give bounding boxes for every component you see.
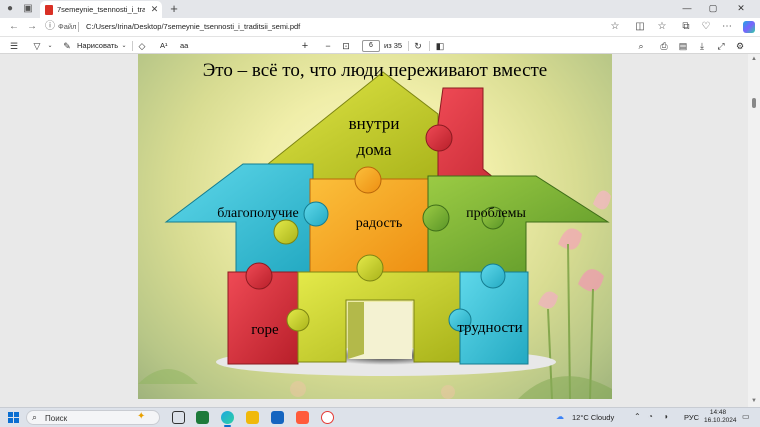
language-indicator[interactable]: РУС [684, 413, 699, 422]
fit-page-icon[interactable]: ⊡ [341, 40, 351, 52]
taskbar: ⌕ Поиск ✦ ☁ 12°C Cloudy ⌃ ◔ ◗ РУС 14:48 … [0, 407, 760, 427]
fullscreen-icon[interactable]: ⤢ [716, 40, 726, 52]
clock[interactable]: 14:48 16.10.2024 [704, 409, 737, 425]
widgets-app-icon[interactable] [196, 411, 209, 424]
draw-label[interactable]: Нарисовать [77, 41, 118, 50]
label-joy: радость [355, 216, 403, 231]
chevron-down-icon[interactable]: ⌄ [46, 40, 54, 52]
toolbar-divider [429, 41, 430, 51]
draw-icon[interactable]: ✎ [62, 40, 72, 52]
zoom-out-button[interactable]: − [323, 40, 333, 52]
file-explorer-icon[interactable] [246, 411, 259, 424]
edge-app-icon[interactable] [221, 411, 234, 424]
page-view-icon[interactable]: ◧ [435, 40, 445, 52]
weather-cloud-icon[interactable]: ☁ [556, 412, 564, 421]
settings-gear-icon[interactable]: ⚙ [735, 40, 745, 52]
pdf-toolbar: ☰ ▽ ⌄ ✎ Нарисовать ⌄ ◇ A¹ aа − ⊡ + 6 из … [0, 36, 760, 54]
eraser-icon[interactable]: ◇ [137, 40, 147, 52]
collections-icon[interactable]: ⧉ [680, 21, 692, 33]
zoom-in-button[interactable]: + [300, 40, 310, 52]
forward-icon[interactable]: → [26, 21, 38, 33]
mail-app-icon[interactable] [271, 411, 284, 424]
save-as-icon[interactable]: ⤓ [697, 40, 707, 52]
chevron-down-icon[interactable]: ⌄ [120, 40, 128, 52]
label-wellbeing: благополучие [217, 206, 299, 221]
clock-date: 16.10.2024 [704, 417, 737, 424]
clock-time: 14:48 [709, 409, 727, 416]
slide-title: Это – всё то, что люди переживают вместе [202, 60, 548, 81]
search-highlight-icon: ✦ [137, 411, 146, 422]
tray-expand-icon[interactable]: ⌃ [634, 412, 641, 421]
notifications-icon[interactable]: ▭ [742, 412, 750, 421]
menu-dots-icon[interactable]: ⋯ [721, 21, 733, 33]
start-button[interactable] [8, 412, 19, 423]
translate-button[interactable]: aа [180, 41, 188, 50]
address-url[interactable]: C:/Users/Irina/Desktop/7semeynie_tsennos… [86, 22, 300, 31]
label-inside-home-line1: внутри [348, 114, 400, 133]
scroll-thumb[interactable] [752, 98, 756, 108]
save-icon[interactable]: ▤ [678, 40, 688, 52]
tab-close-icon[interactable]: ✕ [149, 3, 160, 15]
close-window-button[interactable]: ✕ [734, 2, 748, 15]
rotate-icon[interactable]: ↻ [413, 40, 423, 52]
minimize-button[interactable]: — [680, 2, 694, 15]
new-tab-button[interactable]: + [168, 2, 180, 15]
taskbar-search-label: Поиск [45, 414, 68, 423]
pdf-file-icon [45, 5, 53, 15]
yandex-music-icon[interactable] [296, 411, 309, 424]
label-inside-home-line2: дома [356, 140, 392, 159]
back-icon[interactable]: ← [8, 21, 20, 33]
tab-actions-icon[interactable]: ▣ [22, 3, 34, 15]
maximize-button[interactable]: ▢ [706, 2, 720, 15]
scroll-down-icon[interactable]: ▼ [751, 398, 757, 404]
profile-icon[interactable]: ● [4, 3, 16, 15]
print-icon[interactable]: ⎙ [659, 40, 669, 52]
browser-essentials-icon[interactable]: ♡ [700, 21, 712, 33]
taskbar-search[interactable]: ⌕ Поиск ✦ [26, 410, 160, 425]
search-icon: ⌕ [32, 412, 38, 422]
copilot-icon[interactable] [743, 21, 755, 33]
page-total: из 35 [384, 41, 403, 50]
wifi-icon[interactable]: ◔ [648, 412, 653, 421]
label-difficulties: трудности [457, 320, 523, 336]
search-icon[interactable]: ⌕ [636, 40, 646, 52]
split-screen-icon[interactable]: ◫ [634, 21, 646, 33]
toolbar-divider [132, 41, 133, 51]
favorite-star-icon[interactable]: ☆ [609, 21, 621, 33]
read-aloud-button[interactable]: A¹ [160, 41, 168, 50]
vertical-scrollbar[interactable]: ▲ ▼ [748, 54, 760, 407]
contents-icon[interactable]: ☰ [8, 40, 20, 52]
tab-strip: ● ▣ 7semeynie_tsennosti_i_traditsii_se ✕… [0, 0, 760, 18]
address-divider [78, 22, 79, 32]
yandex-browser-icon[interactable] [321, 411, 334, 424]
active-tab[interactable]: 7semeynie_tsennosti_i_traditsii_se ✕ [40, 1, 162, 18]
label-grief: горе [251, 322, 279, 338]
pdf-viewport[interactable]: Это – всё то, что люди переживают вместе… [0, 54, 760, 407]
filter-icon[interactable]: ▽ [30, 40, 44, 52]
tab-title: 7semeynie_tsennosti_i_traditsii_se [57, 5, 145, 14]
file-info-icon[interactable]: ⓘ [44, 21, 56, 33]
toolbar-divider [408, 41, 409, 51]
page-number-input[interactable]: 6 [362, 40, 380, 52]
favorites-icon[interactable]: ☆ [656, 21, 668, 33]
address-scheme-label: Файл [58, 22, 77, 31]
address-bar-row: ← → ⓘ Файл C:/Users/Irina/Desktop/7semey… [0, 18, 760, 36]
task-view-icon[interactable] [172, 411, 185, 424]
label-problems: проблемы [466, 206, 526, 221]
pdf-page-slide: Это – всё то, что люди переживают вместе… [138, 54, 612, 399]
scroll-up-icon[interactable]: ▲ [751, 56, 757, 62]
volume-icon[interactable]: ◗ [664, 412, 669, 421]
weather-text[interactable]: 12°C Cloudy [572, 413, 614, 422]
